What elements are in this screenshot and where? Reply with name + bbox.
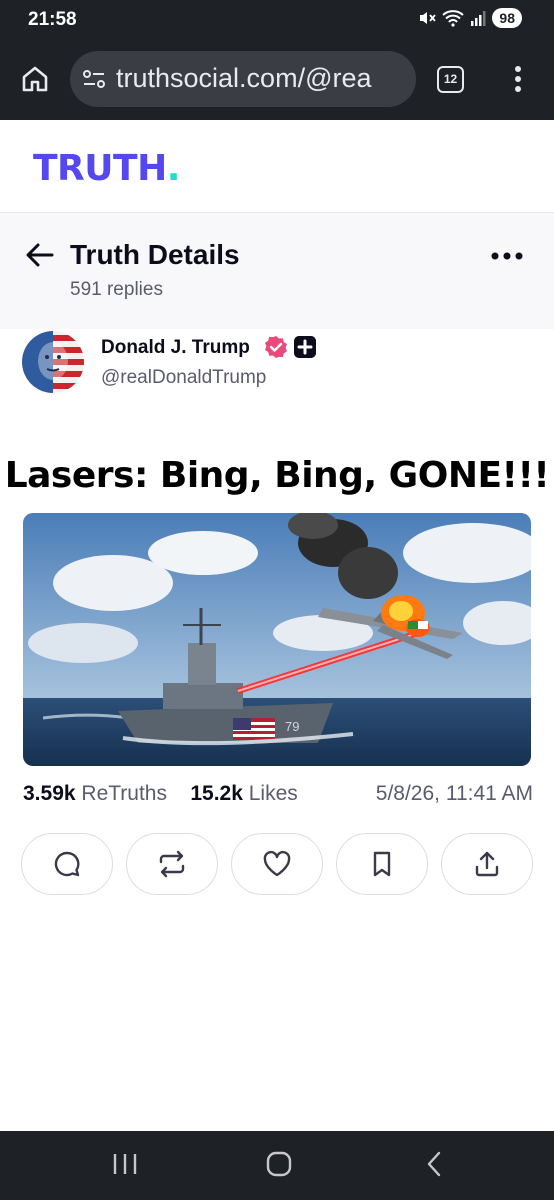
- author-name[interactable]: Donald J. Trump: [101, 337, 250, 359]
- address-bar[interactable]: truthsocial.com/@rea: [70, 51, 416, 107]
- verified-badge-icon: [265, 336, 287, 358]
- post-image[interactable]: 79: [23, 513, 531, 766]
- replies-count[interactable]: 591 replies: [70, 279, 163, 301]
- home-icon[interactable]: [20, 64, 50, 94]
- truth-logo[interactable]: TRUTH.: [33, 148, 180, 189]
- mute-icon: [420, 12, 437, 24]
- battery-indicator: 98: [492, 8, 522, 28]
- signal-icon: [471, 11, 486, 26]
- ship-hull-number: 79: [285, 719, 299, 734]
- likes-stat[interactable]: 15.2k Likes: [190, 782, 297, 805]
- reply-button[interactable]: [21, 833, 113, 895]
- back-nav-icon[interactable]: [424, 1149, 444, 1179]
- home-nav-icon[interactable]: [265, 1149, 293, 1179]
- share-button[interactable]: [441, 833, 533, 895]
- status-time: 21:58: [28, 9, 77, 30]
- status-bar: 21:58 98: [0, 0, 554, 40]
- page-header: Truth Details 591 replies: [0, 213, 554, 329]
- post-title: Lasers: Bing, Bing, GONE!!!: [4, 455, 550, 496]
- site-settings-icon[interactable]: [82, 68, 106, 90]
- bookmark-icon: [373, 851, 391, 877]
- truth-plus-icon: [294, 336, 316, 358]
- like-button[interactable]: [231, 833, 323, 895]
- like-icon: [263, 850, 291, 877]
- post-date: 5/8/26, 11:41 AM: [375, 782, 533, 805]
- page-title: Truth Details: [70, 239, 240, 270]
- author-handle[interactable]: @realDonaldTrump: [101, 367, 266, 389]
- post-stats: 3.59k ReTruths 15.2k Likes 5/8/26, 11:41…: [23, 782, 533, 812]
- reply-icon: [54, 851, 80, 877]
- status-icons: 98: [418, 8, 522, 28]
- post-author: Donald J. Trump @realDonaldTrump: [0, 329, 554, 419]
- browser-menu-icon[interactable]: [508, 64, 528, 94]
- back-arrow-icon[interactable]: [24, 241, 56, 269]
- system-nav-bar: [0, 1131, 554, 1200]
- tab-switcher-button[interactable]: 12: [437, 66, 464, 93]
- url-text[interactable]: truthsocial.com/@rea: [116, 63, 406, 94]
- retruth-button[interactable]: [126, 833, 218, 895]
- recent-apps-icon[interactable]: [112, 1149, 138, 1179]
- avatar[interactable]: [22, 331, 84, 393]
- retruths-stat[interactable]: 3.59k ReTruths: [23, 782, 167, 805]
- site-header: TRUTH.: [0, 120, 554, 213]
- browser-toolbar: truthsocial.com/@rea 12: [0, 40, 554, 120]
- bookmark-button[interactable]: [336, 833, 428, 895]
- share-icon: [475, 851, 499, 877]
- retruth-icon: [159, 850, 185, 878]
- more-options-icon[interactable]: [490, 251, 524, 261]
- post-actions: [21, 833, 533, 895]
- wifi-icon: [442, 10, 465, 27]
